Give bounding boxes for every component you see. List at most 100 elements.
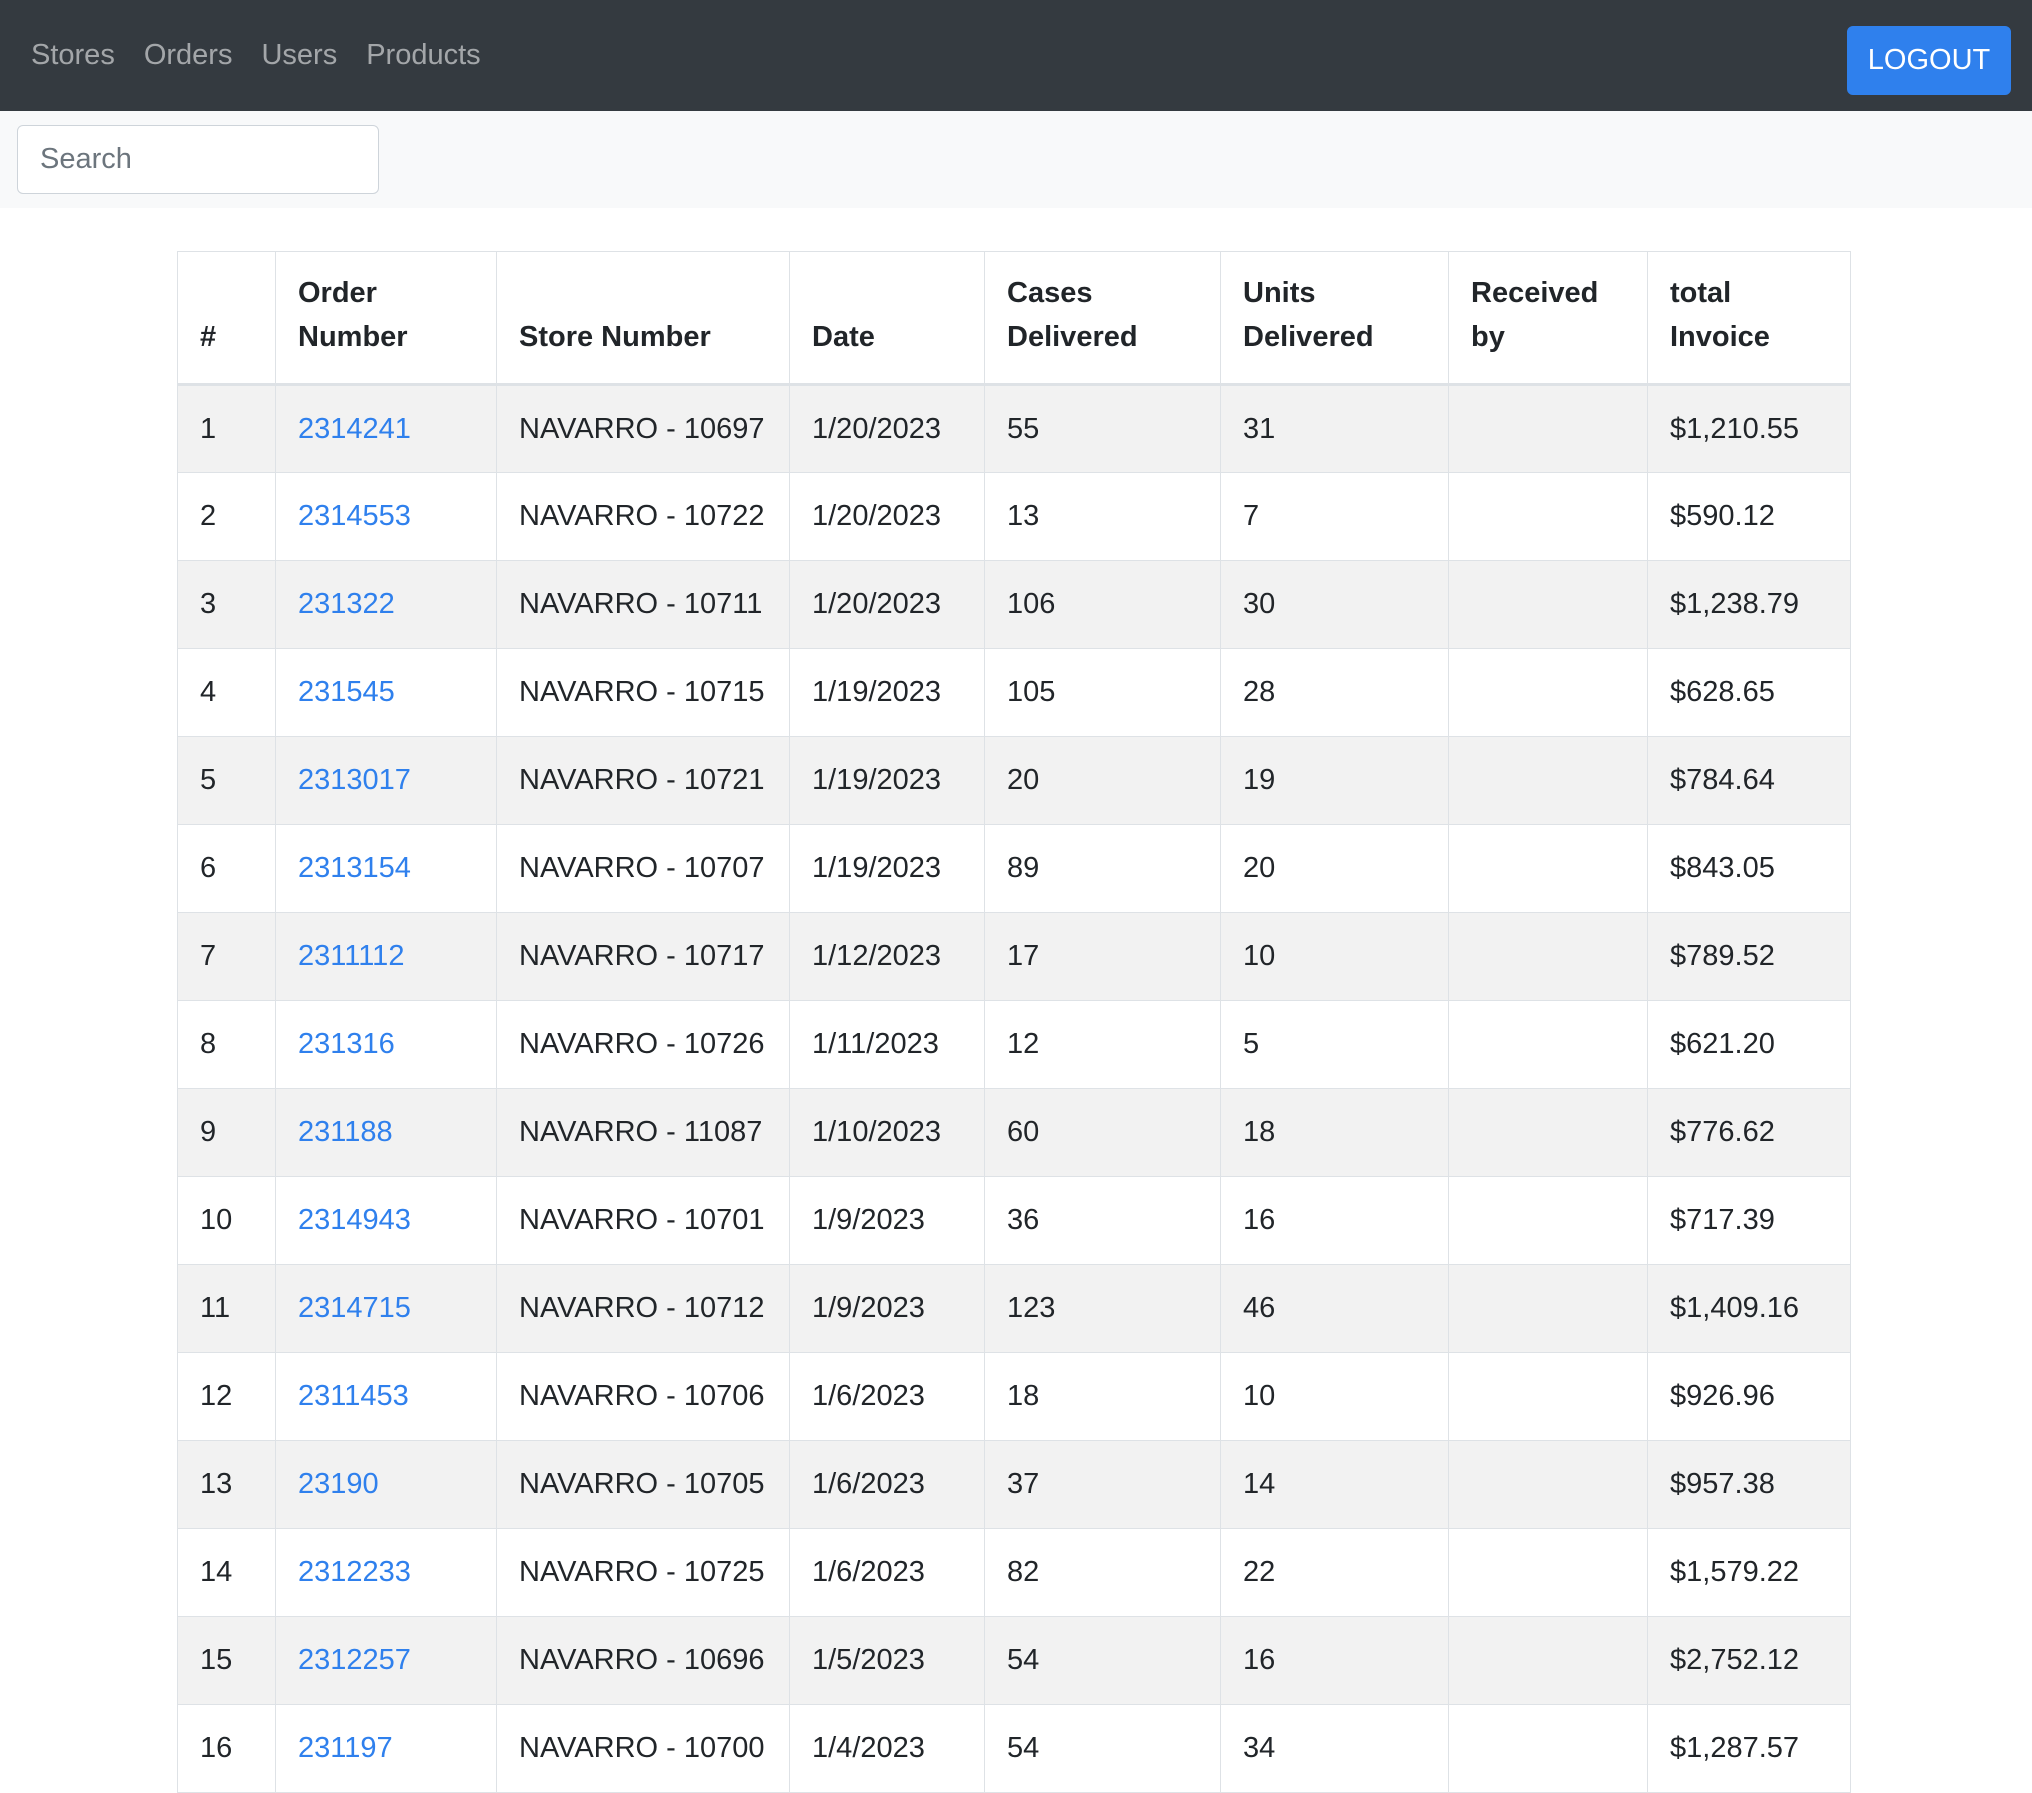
order-number-link[interactable]: 2313154 — [298, 852, 411, 884]
cell-order-number: 2314553 — [275, 472, 497, 561]
cell-date: 1/20/2023 — [789, 560, 985, 649]
cell-received-by — [1448, 1528, 1648, 1617]
cell-total-invoice: $957.38 — [1647, 1440, 1851, 1529]
order-number-link[interactable]: 2311453 — [298, 1380, 409, 1412]
cell-cases-delivered: 123 — [984, 1264, 1221, 1353]
cell-received-by — [1448, 1352, 1648, 1441]
cell-cases-delivered: 54 — [984, 1616, 1221, 1705]
order-number-link[interactable]: 231545 — [298, 676, 395, 708]
col-header-total-invoice: total Invoice — [1647, 251, 1851, 386]
cell-index: 8 — [177, 1000, 276, 1089]
table-row: 14 2312233 NAVARRO - 10725 1/6/2023 82 22 $1,5… — [177, 1528, 1851, 1617]
nav-link-stores[interactable]: Stores — [31, 39, 115, 72]
cell-date: 1/4/2023 — [789, 1704, 985, 1793]
order-number-link[interactable]: 2314715 — [298, 1292, 411, 1324]
cell-order-number: 2311112 — [275, 912, 497, 1001]
cell-store-number: NAVARRO - 10701 — [496, 1176, 790, 1265]
cell-units-delivered: 10 — [1220, 1352, 1449, 1441]
cell-total-invoice: $789.52 — [1647, 912, 1851, 1001]
cell-total-invoice: $776.62 — [1647, 1088, 1851, 1177]
cell-units-delivered: 18 — [1220, 1088, 1449, 1177]
cell-store-number: NAVARRO - 10706 — [496, 1352, 790, 1441]
cell-store-number: NAVARRO - 10705 — [496, 1440, 790, 1529]
cell-total-invoice: $621.20 — [1647, 1000, 1851, 1089]
order-number-link[interactable]: 231197 — [298, 1732, 393, 1764]
cell-units-delivered: 10 — [1220, 912, 1449, 1001]
cell-received-by — [1448, 1176, 1648, 1265]
order-number-link[interactable]: 2311112 — [298, 940, 404, 972]
cell-order-number: 231188 — [275, 1088, 497, 1177]
cell-units-delivered: 31 — [1220, 384, 1449, 473]
cell-received-by — [1448, 472, 1648, 561]
order-number-link[interactable]: 231188 — [298, 1116, 393, 1148]
nav-link-products[interactable]: Products — [366, 39, 480, 72]
cell-date: 1/11/2023 — [789, 1000, 985, 1089]
order-number-link[interactable]: 231322 — [298, 588, 395, 620]
cell-cases-delivered: 105 — [984, 648, 1221, 737]
cell-store-number: NAVARRO - 10721 — [496, 736, 790, 825]
cell-store-number: NAVARRO - 10700 — [496, 1704, 790, 1793]
cell-index: 10 — [177, 1176, 276, 1265]
cell-received-by — [1448, 384, 1648, 473]
cell-cases-delivered: 18 — [984, 1352, 1221, 1441]
cell-received-by — [1448, 560, 1648, 649]
cell-store-number: NAVARRO - 11087 — [496, 1088, 790, 1177]
order-number-link[interactable]: 2312257 — [298, 1644, 411, 1676]
cell-index: 1 — [177, 384, 276, 473]
cell-index: 16 — [177, 1704, 276, 1793]
cell-date: 1/12/2023 — [789, 912, 985, 1001]
cell-cases-delivered: 60 — [984, 1088, 1221, 1177]
cell-store-number: NAVARRO - 10715 — [496, 648, 790, 737]
cell-date: 1/20/2023 — [789, 472, 985, 561]
order-number-link[interactable]: 2314241 — [298, 413, 411, 445]
table-row: 4 231545 NAVARRO - 10715 1/19/2023 105 28 $628… — [177, 648, 1851, 737]
table-row: 16 231197 NAVARRO - 10700 1/4/2023 54 34 $1,28… — [177, 1704, 1851, 1793]
nav-link-orders[interactable]: Orders — [144, 39, 233, 72]
logout-button[interactable]: LOGOUT — [1847, 26, 2011, 95]
cell-cases-delivered: 12 — [984, 1000, 1221, 1089]
cell-date: 1/10/2023 — [789, 1088, 985, 1177]
search-input[interactable] — [17, 125, 379, 194]
cell-store-number: NAVARRO - 10696 — [496, 1616, 790, 1705]
cell-date: 1/6/2023 — [789, 1440, 985, 1529]
order-number-link[interactable]: 2313017 — [298, 764, 411, 796]
cell-date: 1/9/2023 — [789, 1176, 985, 1265]
cell-index: 11 — [177, 1264, 276, 1353]
cell-store-number: NAVARRO - 10711 — [496, 560, 790, 649]
table-row: 7 2311112 NAVARRO - 10717 1/12/2023 17 10 $789… — [177, 912, 1851, 1001]
order-number-link[interactable]: 2314553 — [298, 500, 411, 532]
col-header-order-number: Order Number — [275, 251, 497, 386]
top-navbar: Stores Orders Users Products LOGOUT — [0, 0, 2032, 111]
cell-order-number: 23190 — [275, 1440, 497, 1529]
cell-total-invoice: $590.12 — [1647, 472, 1851, 561]
cell-cases-delivered: 55 — [984, 384, 1221, 473]
table-row: 11 2314715 NAVARRO - 10712 1/9/2023 123 46 $1,… — [177, 1264, 1851, 1353]
cell-received-by — [1448, 1264, 1648, 1353]
cell-index: 15 — [177, 1616, 276, 1705]
order-number-link[interactable]: 2312233 — [298, 1556, 411, 1588]
cell-total-invoice: $784.64 — [1647, 736, 1851, 825]
cell-index: 14 — [177, 1528, 276, 1617]
table-row: 15 2312257 NAVARRO - 10696 1/5/2023 54 16 $2,7… — [177, 1616, 1851, 1705]
col-header-date: Date — [789, 251, 985, 386]
order-number-link[interactable]: 2314943 — [298, 1204, 411, 1236]
cell-units-delivered: 20 — [1220, 824, 1449, 913]
cell-total-invoice: $843.05 — [1647, 824, 1851, 913]
cell-order-number: 231545 — [275, 648, 497, 737]
cell-units-delivered: 16 — [1220, 1176, 1449, 1265]
nav-link-users[interactable]: Users — [261, 39, 337, 72]
order-number-link[interactable]: 23190 — [298, 1468, 379, 1500]
cell-store-number: NAVARRO - 10712 — [496, 1264, 790, 1353]
cell-store-number: NAVARRO - 10722 — [496, 472, 790, 561]
cell-order-number: 231322 — [275, 560, 497, 649]
cell-cases-delivered: 36 — [984, 1176, 1221, 1265]
table-row: 13 23190 NAVARRO - 10705 1/6/2023 37 14 $957.3… — [177, 1440, 1851, 1529]
cell-order-number: 2313154 — [275, 824, 497, 913]
order-number-link[interactable]: 231316 — [298, 1028, 395, 1060]
cell-date: 1/19/2023 — [789, 648, 985, 737]
col-header-units-delivered: Units Delivered — [1220, 251, 1449, 386]
table-body: 1 2314241 NAVARRO - 10697 1/20/2023 55 31 $1,2… — [177, 384, 1851, 1793]
cell-store-number: NAVARRO - 10697 — [496, 384, 790, 473]
cell-units-delivered: 7 — [1220, 472, 1449, 561]
cell-date: 1/9/2023 — [789, 1264, 985, 1353]
